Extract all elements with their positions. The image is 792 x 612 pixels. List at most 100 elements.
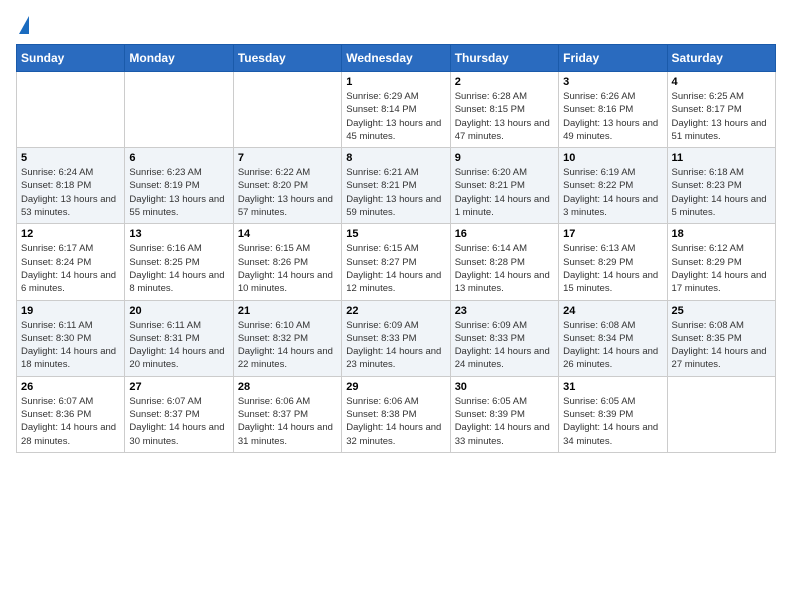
calendar-cell: 5 Sunrise: 6:24 AM Sunset: 8:18 PM Daylig… <box>17 148 125 224</box>
calendar-cell: 9 Sunrise: 6:20 AM Sunset: 8:21 PM Daylig… <box>450 148 558 224</box>
day-header-friday: Friday <box>559 45 667 72</box>
day-info-text: Sunrise: 6:11 AM Sunset: 8:30 PM Dayligh… <box>21 319 120 372</box>
calendar-cell: 20Sunrise: 6:11 AM Sunset: 8:31 PM Dayli… <box>125 300 233 376</box>
logo-triangle-icon <box>19 16 29 34</box>
calendar-cell: 16Sunrise: 6:14 AM Sunset: 8:28 PM Dayli… <box>450 224 558 300</box>
day-header-saturday: Saturday <box>667 45 775 72</box>
day-number: 28 <box>238 381 337 393</box>
day-number: 10 <box>563 152 662 164</box>
calendar-cell: 23 Sunrise: 6:09 AM Sunset: 8:33 PM Dayli… <box>450 300 558 376</box>
day-info-text: Sunrise: 6:28 AM Sunset: 8:15 PM Dayligh… <box>455 90 554 143</box>
day-number: 21 <box>238 305 337 317</box>
day-info-text: Sunrise: 6:09 AM Sunset: 8:33 PM Dayligh… <box>346 319 445 372</box>
calendar-cell <box>17 72 125 148</box>
calendar-week-row: 12Sunrise: 6:17 AM Sunset: 8:24 PM Dayli… <box>17 224 776 300</box>
day-number: 4 <box>672 76 771 88</box>
calendar-cell: 10 Sunrise: 6:19 AM Sunset: 8:22 PM Dayli… <box>559 148 667 224</box>
day-header-wednesday: Wednesday <box>342 45 450 72</box>
day-number: 11 <box>672 152 771 164</box>
calendar-cell: 28 Sunrise: 6:06 AM Sunset: 8:37 PM Dayli… <box>233 376 341 452</box>
day-info-text: Sunrise: 6:21 AM Sunset: 8:21 PM Dayligh… <box>346 166 445 219</box>
day-info-text: Sunrise: 6:09 AM Sunset: 8:33 PM Dayligh… <box>455 319 554 372</box>
calendar-cell: 2 Sunrise: 6:28 AM Sunset: 8:15 PM Daylig… <box>450 72 558 148</box>
day-number: 26 <box>21 381 120 393</box>
logo <box>16 16 29 36</box>
calendar-week-row: 26 Sunrise: 6:07 AM Sunset: 8:36 PM Dayli… <box>17 376 776 452</box>
calendar-cell: 15Sunrise: 6:15 AM Sunset: 8:27 PM Dayli… <box>342 224 450 300</box>
day-info-text: Sunrise: 6:06 AM Sunset: 8:37 PM Dayligh… <box>238 395 337 448</box>
calendar-cell: 11 Sunrise: 6:18 AM Sunset: 8:23 PM Dayli… <box>667 148 775 224</box>
day-header-monday: Monday <box>125 45 233 72</box>
calendar-cell: 13 Sunrise: 6:16 AM Sunset: 8:25 PM Dayli… <box>125 224 233 300</box>
day-info-text: Sunrise: 6:19 AM Sunset: 8:22 PM Dayligh… <box>563 166 662 219</box>
day-number: 1 <box>346 76 445 88</box>
day-info-text: Sunrise: 6:29 AM Sunset: 8:14 PM Dayligh… <box>346 90 445 143</box>
calendar-cell: 1 Sunrise: 6:29 AM Sunset: 8:14 PM Daylig… <box>342 72 450 148</box>
day-info-text: Sunrise: 6:13 AM Sunset: 8:29 PM Dayligh… <box>563 242 662 295</box>
day-number: 18 <box>672 228 771 240</box>
day-number: 14 <box>238 228 337 240</box>
calendar-week-row: 5 Sunrise: 6:24 AM Sunset: 8:18 PM Daylig… <box>17 148 776 224</box>
header <box>16 16 776 36</box>
calendar-cell: 30Sunrise: 6:05 AM Sunset: 8:39 PM Dayli… <box>450 376 558 452</box>
calendar-cell: 8 Sunrise: 6:21 AM Sunset: 8:21 PM Daylig… <box>342 148 450 224</box>
calendar-cell: 22 Sunrise: 6:09 AM Sunset: 8:33 PM Dayli… <box>342 300 450 376</box>
day-info-text: Sunrise: 6:26 AM Sunset: 8:16 PM Dayligh… <box>563 90 662 143</box>
day-number: 8 <box>346 152 445 164</box>
calendar-cell: 29 Sunrise: 6:06 AM Sunset: 8:38 PM Dayli… <box>342 376 450 452</box>
day-info-text: Sunrise: 6:17 AM Sunset: 8:24 PM Dayligh… <box>21 242 120 295</box>
calendar-cell: 27 Sunrise: 6:07 AM Sunset: 8:37 PM Dayli… <box>125 376 233 452</box>
calendar-week-row: 19 Sunrise: 6:11 AM Sunset: 8:30 PM Dayli… <box>17 300 776 376</box>
calendar-header-row: SundayMondayTuesdayWednesdayThursdayFrid… <box>17 45 776 72</box>
day-number: 24 <box>563 305 662 317</box>
calendar-cell: 21 Sunrise: 6:10 AM Sunset: 8:32 PM Dayli… <box>233 300 341 376</box>
day-number: 22 <box>346 305 445 317</box>
calendar-cell: 18 Sunrise: 6:12 AM Sunset: 8:29 PM Dayli… <box>667 224 775 300</box>
day-number: 2 <box>455 76 554 88</box>
day-number: 31 <box>563 381 662 393</box>
calendar-cell: 26 Sunrise: 6:07 AM Sunset: 8:36 PM Dayli… <box>17 376 125 452</box>
day-info-text: Sunrise: 6:15 AM Sunset: 8:26 PM Dayligh… <box>238 242 337 295</box>
calendar-cell: 25Sunrise: 6:08 AM Sunset: 8:35 PM Dayli… <box>667 300 775 376</box>
calendar-cell <box>667 376 775 452</box>
day-number: 15 <box>346 228 445 240</box>
day-number: 27 <box>129 381 228 393</box>
calendar-cell: 3 Sunrise: 6:26 AM Sunset: 8:16 PM Daylig… <box>559 72 667 148</box>
calendar-cell <box>233 72 341 148</box>
calendar-cell: 7 Sunrise: 6:22 AM Sunset: 8:20 PM Daylig… <box>233 148 341 224</box>
day-number: 13 <box>129 228 228 240</box>
day-info-text: Sunrise: 6:16 AM Sunset: 8:25 PM Dayligh… <box>129 242 228 295</box>
calendar-cell: 14 Sunrise: 6:15 AM Sunset: 8:26 PM Dayli… <box>233 224 341 300</box>
day-header-tuesday: Tuesday <box>233 45 341 72</box>
day-info-text: Sunrise: 6:25 AM Sunset: 8:17 PM Dayligh… <box>672 90 771 143</box>
day-number: 19 <box>21 305 120 317</box>
day-info-text: Sunrise: 6:06 AM Sunset: 8:38 PM Dayligh… <box>346 395 445 448</box>
day-info-text: Sunrise: 6:08 AM Sunset: 8:34 PM Dayligh… <box>563 319 662 372</box>
day-number: 9 <box>455 152 554 164</box>
day-info-text: Sunrise: 6:20 AM Sunset: 8:21 PM Dayligh… <box>455 166 554 219</box>
day-number: 23 <box>455 305 554 317</box>
day-header-sunday: Sunday <box>17 45 125 72</box>
day-info-text: Sunrise: 6:22 AM Sunset: 8:20 PM Dayligh… <box>238 166 337 219</box>
calendar-cell <box>125 72 233 148</box>
calendar-table: SundayMondayTuesdayWednesdayThursdayFrid… <box>16 44 776 453</box>
day-info-text: Sunrise: 6:05 AM Sunset: 8:39 PM Dayligh… <box>563 395 662 448</box>
day-info-text: Sunrise: 6:08 AM Sunset: 8:35 PM Dayligh… <box>672 319 771 372</box>
day-header-thursday: Thursday <box>450 45 558 72</box>
day-number: 6 <box>129 152 228 164</box>
day-number: 17 <box>563 228 662 240</box>
day-number: 20 <box>129 305 228 317</box>
day-number: 7 <box>238 152 337 164</box>
day-info-text: Sunrise: 6:23 AM Sunset: 8:19 PM Dayligh… <box>129 166 228 219</box>
day-info-text: Sunrise: 6:10 AM Sunset: 8:32 PM Dayligh… <box>238 319 337 372</box>
day-number: 16 <box>455 228 554 240</box>
calendar-cell: 12Sunrise: 6:17 AM Sunset: 8:24 PM Dayli… <box>17 224 125 300</box>
day-number: 3 <box>563 76 662 88</box>
day-info-text: Sunrise: 6:24 AM Sunset: 8:18 PM Dayligh… <box>21 166 120 219</box>
day-info-text: Sunrise: 6:18 AM Sunset: 8:23 PM Dayligh… <box>672 166 771 219</box>
day-number: 5 <box>21 152 120 164</box>
day-info-text: Sunrise: 6:07 AM Sunset: 8:36 PM Dayligh… <box>21 395 120 448</box>
day-info-text: Sunrise: 6:07 AM Sunset: 8:37 PM Dayligh… <box>129 395 228 448</box>
day-number: 29 <box>346 381 445 393</box>
day-info-text: Sunrise: 6:12 AM Sunset: 8:29 PM Dayligh… <box>672 242 771 295</box>
